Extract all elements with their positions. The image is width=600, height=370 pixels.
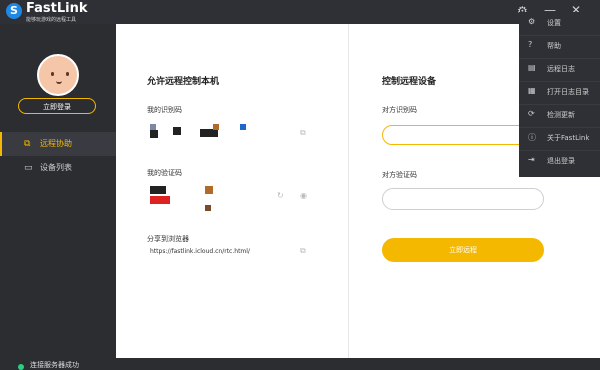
menu-item-label: 远程日志 [547,65,575,73]
menu-item-label: 帮助 [547,42,561,50]
app-subtitle: 能够玩游戏的远程工具 [26,17,77,23]
avatar-eye-left [51,72,54,76]
fastlink-app: S FastLink 能够玩游戏的远程工具 ⚙ — ✕ 立即登录 ⧉ 远程协助 … [0,0,600,370]
copy-id-icon[interactable]: ⧉ [300,128,306,138]
app-title: FastLink [26,1,88,16]
menu-item-open-log-folder[interactable]: ▦ 打开日志目录 [519,81,600,105]
avatar-mouth [56,79,62,84]
connect-now-button[interactable]: 立即远程 [382,238,544,262]
remote-assist-icon: ⧉ [24,139,31,149]
info-icon: ⓘ [528,133,536,142]
menu-item-help[interactable]: ? 帮助 [519,35,600,59]
sidebar-item-device-list[interactable]: ▭ 设备列表 [0,156,116,180]
allow-remote-title: 允许远程控制本机 [147,77,220,87]
log-icon: ▤ [528,63,536,72]
gear-icon: ⚙ [528,17,536,26]
sidebar-item-remote-assist[interactable]: ⧉ 远程协助 [0,132,116,156]
device-list-icon: ▭ [24,163,33,173]
settings-menu: ⚙ 设置 ? 帮助 ▤ 远程日志 ▦ 打开日志目录 ⟳ 检测更新 ⓘ 关于Fas… [519,12,600,177]
menu-item-logout[interactable]: ⇥ 退出登录 [519,150,600,173]
my-code-label: 我的验证码 [147,169,182,177]
share-to-browser-label: 分享到浏览器 [147,235,189,243]
connection-status-icon [18,364,24,370]
menu-item-check-update[interactable]: ⟳ 检测更新 [519,104,600,128]
menu-item-remote-log[interactable]: ▤ 远程日志 [519,58,600,82]
login-button[interactable]: 立即登录 [18,98,96,114]
menu-item-settings[interactable]: ⚙ 设置 [519,12,600,36]
toggle-code-visibility-icon[interactable]: ◉ [300,191,307,200]
connection-status-text: 连接服务器成功 [30,361,79,369]
partner-code-input[interactable] [382,188,544,210]
menu-item-label: 关于FastLink [547,134,590,142]
copy-url-icon[interactable]: ⧉ [300,246,306,256]
menu-item-about[interactable]: ⓘ 关于FastLink [519,127,600,151]
menu-item-label: 检测更新 [547,111,575,119]
control-remote-title: 控制远程设备 [382,77,437,87]
partner-code-label: 对方验证码 [382,171,417,179]
folder-icon: ▦ [528,86,536,95]
update-icon: ⟳ [528,109,535,118]
partner-id-label: 对方识别码 [382,106,417,114]
sidebar-item-label: 远程协助 [40,139,72,148]
menu-item-label: 退出登录 [547,157,575,165]
menu-item-label: 打开日志目录 [547,88,589,96]
sidebar: 立即登录 ⧉ 远程协助 ▭ 设备列表 连接服务器成功 [0,24,116,370]
avatar[interactable] [37,54,79,96]
refresh-code-icon[interactable]: ↻ [277,191,284,200]
share-url: https://fastlink.icloud.cn/rtc.html/ [150,248,250,255]
title-bar: S FastLink 能够玩游戏的远程工具 ⚙ — ✕ [0,0,600,24]
logout-icon: ⇥ [528,155,535,164]
help-icon: ? [528,40,533,49]
avatar-eye-right [66,72,69,76]
sidebar-item-label: 设备列表 [40,163,72,172]
menu-item-label: 设置 [547,19,561,27]
fastlink-logo-icon: S [6,3,22,19]
my-id-label: 我的识别码 [147,106,182,114]
